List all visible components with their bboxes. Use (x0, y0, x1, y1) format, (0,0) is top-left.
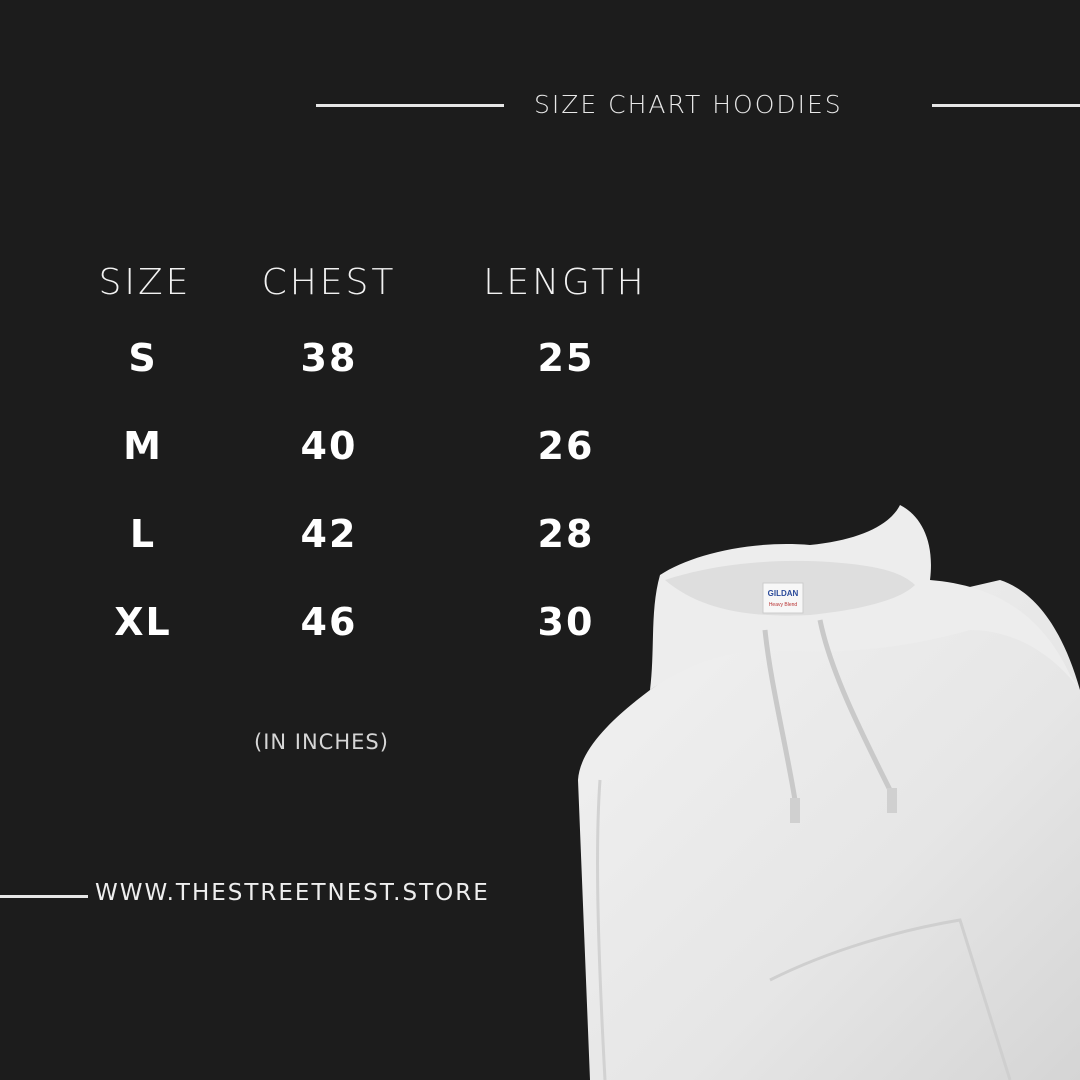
cell-chest: 40 (300, 424, 358, 468)
title-rule-right (932, 104, 1080, 107)
hoodie-image: GILDAN Heavy Blend (578, 505, 1080, 1080)
tag-brand: GILDAN (768, 589, 799, 598)
tag-label (762, 582, 804, 614)
column-header-length: LENGTH (483, 262, 647, 303)
unit-note: (IN INCHES) (254, 730, 389, 754)
column-header-chest: CHEST (261, 262, 397, 303)
cell-chest: 38 (300, 336, 358, 380)
aglet-right (887, 788, 897, 813)
cell-length: 25 (537, 336, 595, 380)
cell-chest: 46 (300, 600, 358, 644)
cell-size: XL (114, 600, 172, 644)
website-link[interactable]: WWW.THESTREETNEST.STORE (95, 880, 490, 906)
cell-chest: 42 (300, 512, 358, 556)
aglet-left (790, 798, 800, 823)
tag-sub: Heavy Blend (769, 602, 798, 608)
cell-size: L (129, 512, 157, 556)
cell-size: S (128, 336, 158, 380)
website-rule (0, 895, 88, 898)
cell-length: 26 (537, 424, 595, 468)
column-header-size: SIZE (98, 262, 192, 303)
cell-size: M (123, 424, 163, 468)
